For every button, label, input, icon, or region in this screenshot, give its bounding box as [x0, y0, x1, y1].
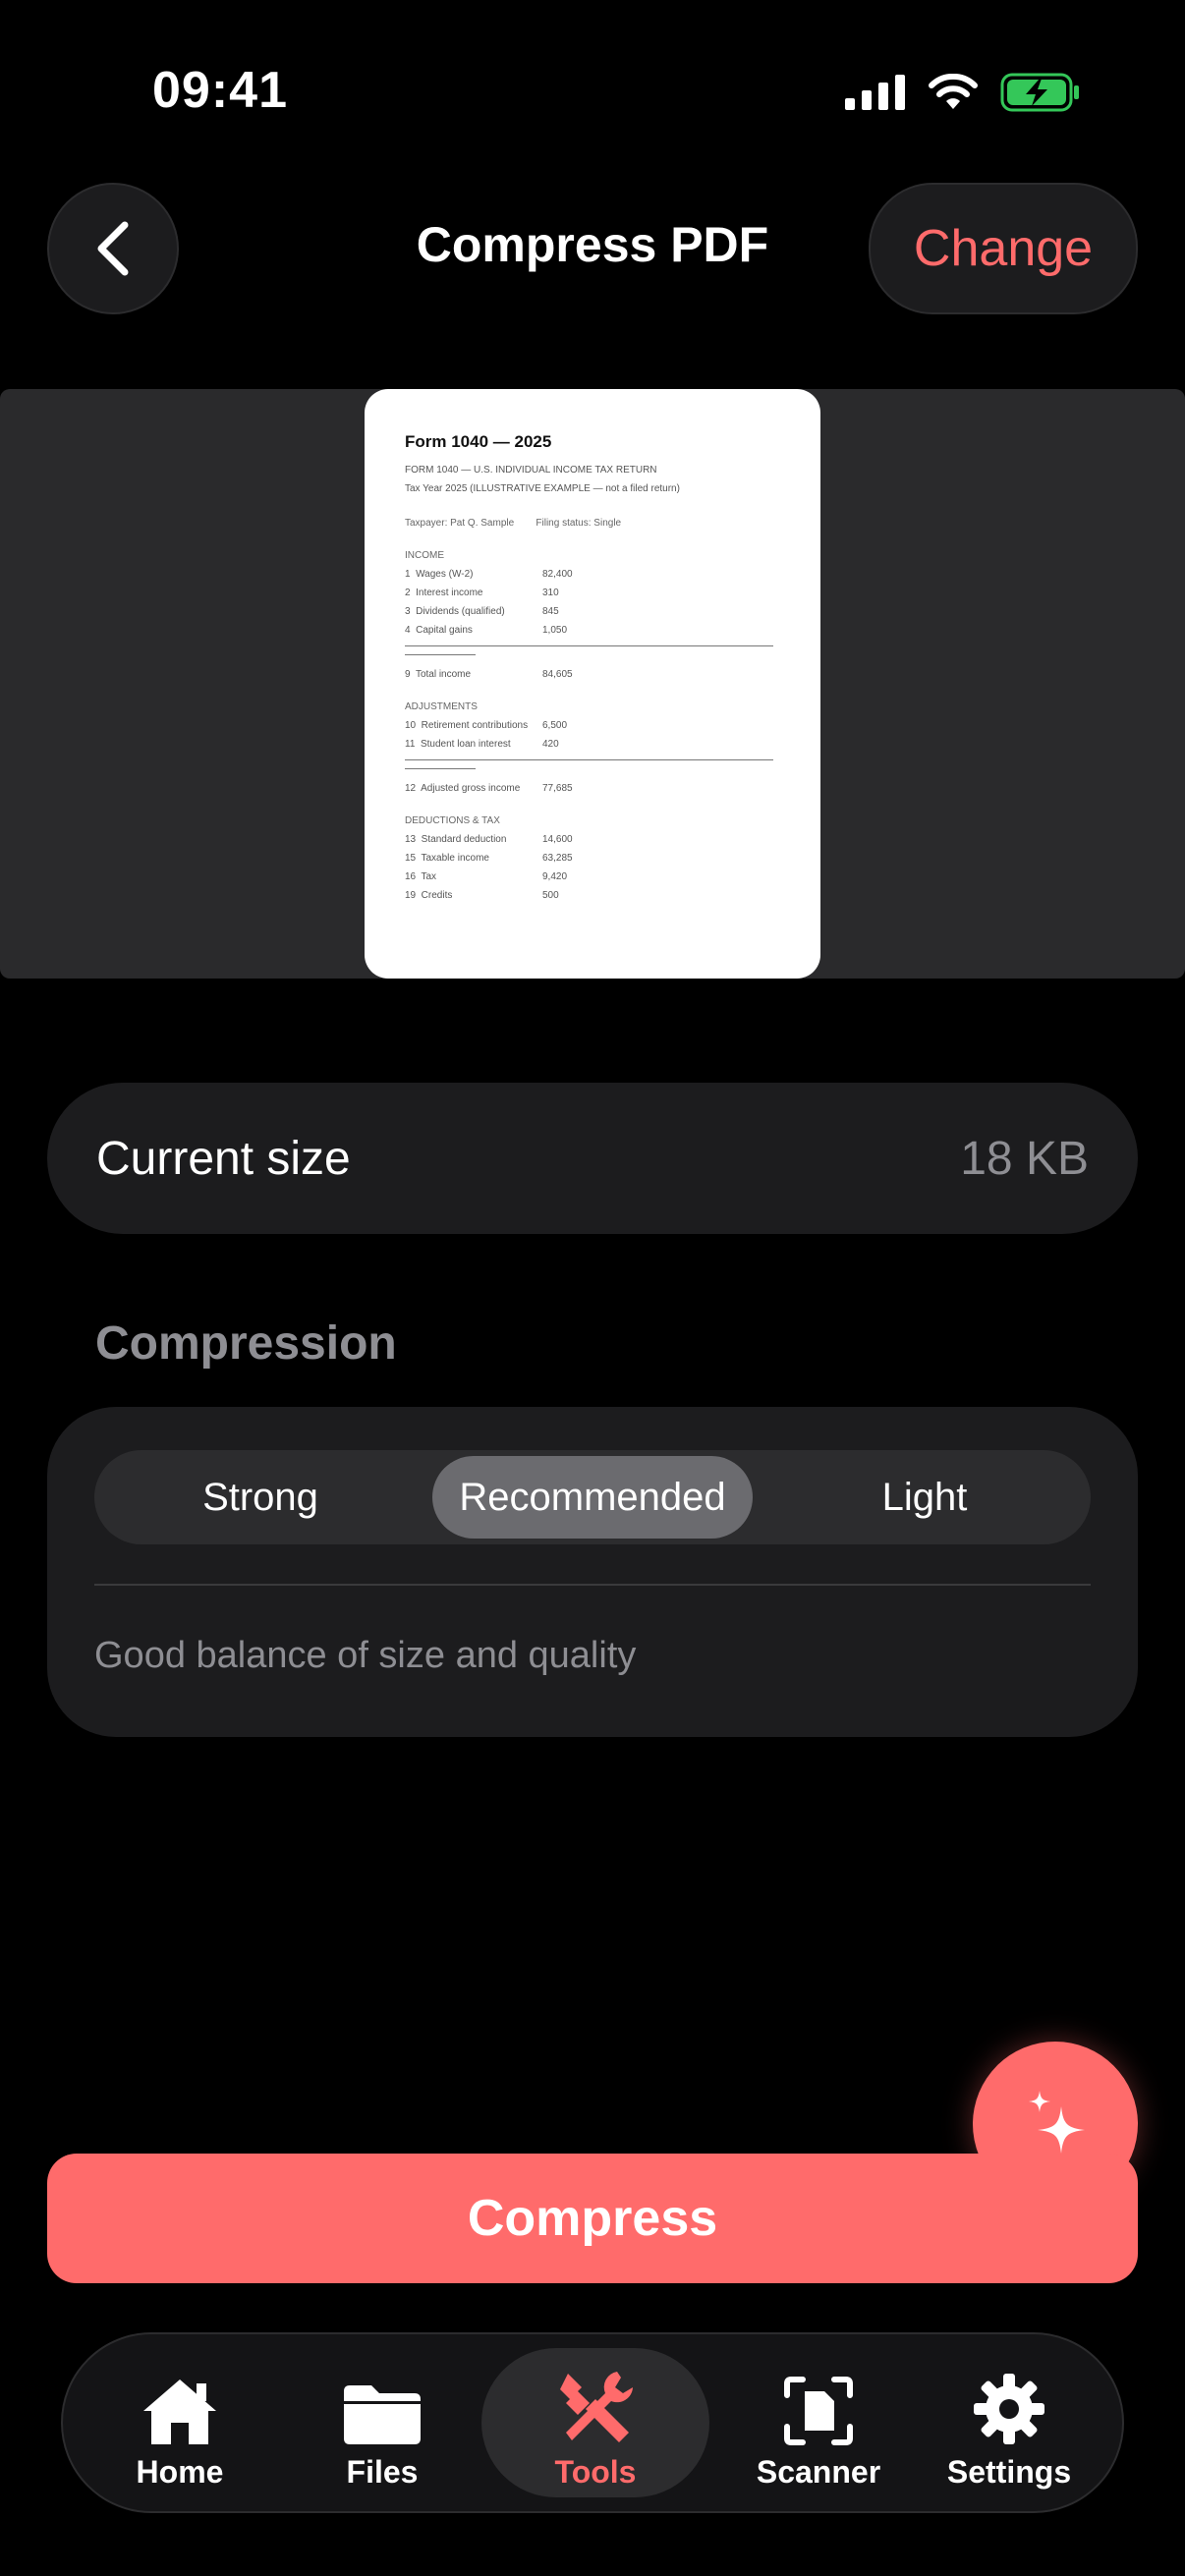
doc-rule: [405, 768, 476, 769]
doc-row: 11 Student loan interest 420: [405, 739, 559, 750]
doc-row: 12 Adjusted gross income 77,685: [405, 783, 573, 794]
house-icon: [143, 2380, 216, 2444]
tab-tools[interactable]: Tools: [481, 2348, 709, 2497]
doc-line: FORM 1040 — U.S. INDIVIDUAL INCOME TAX R…: [405, 465, 657, 476]
compression-section-label: Compression: [95, 1317, 397, 1370]
doc-section-heading: DEDUCTIONS & TAX: [405, 815, 500, 826]
tab-bar: Home Files Tools Scanner Settings: [61, 2332, 1124, 2513]
doc-rule: [405, 759, 773, 760]
doc-row: 1 Wages (W-2) 82,400: [405, 569, 573, 580]
tab-label: Scanner: [756, 2454, 881, 2490]
doc-section-heading: ADJUSTMENTS: [405, 701, 478, 712]
tab-home[interactable]: Home: [79, 2348, 281, 2497]
tab-label: Home: [136, 2454, 224, 2490]
tab-label: Files: [346, 2454, 419, 2490]
doc-row: 3 Dividends (qualified) 845: [405, 606, 559, 617]
status-time: 09:41: [152, 62, 288, 119]
battery-charging-icon: [1000, 73, 1079, 112]
current-size-label: Current size: [96, 1132, 351, 1185]
compression-card: Strong Recommended Light Good balance of…: [47, 1407, 1138, 1737]
doc-row: 15 Taxable income 63,285: [405, 853, 573, 864]
cellular-signal-icon: [845, 75, 905, 110]
doc-section-heading: INCOME: [405, 550, 444, 561]
compression-description: Good balance of size and quality: [94, 1635, 637, 1676]
doc-taxpayer: Taxpayer: Pat Q. Sample Filing status: S…: [405, 518, 622, 529]
segment-strong[interactable]: Strong: [100, 1456, 421, 1539]
segment-recommended[interactable]: Recommended: [432, 1456, 753, 1539]
doc-row: 16 Tax 9,420: [405, 871, 568, 882]
scanner-icon: [784, 2377, 853, 2445]
doc-line: Tax Year 2025 (ILLUSTRATIVE EXAMPLE — no…: [405, 483, 680, 494]
doc-row: 2 Interest income 310: [405, 588, 559, 598]
tab-scanner[interactable]: Scanner: [717, 2348, 920, 2497]
doc-row: 13 Standard deduction 14,600: [405, 834, 573, 845]
status-icons: [845, 73, 1081, 112]
doc-row: 4 Capital gains 1,050: [405, 625, 568, 636]
divider: [94, 1584, 1091, 1586]
compress-button[interactable]: Compress: [47, 2154, 1138, 2283]
current-size-value: 18 KB: [960, 1132, 1089, 1185]
gear-icon: [974, 2374, 1044, 2444]
doc-row: 19 Credits 500: [405, 890, 559, 901]
doc-title: Form 1040 — 2025: [405, 432, 552, 451]
doc-row: 10 Retirement contributions 6,500: [405, 720, 568, 731]
compression-segmented-control: Strong Recommended Light: [94, 1450, 1091, 1544]
tab-label: Settings: [946, 2454, 1072, 2490]
tab-files[interactable]: Files: [281, 2348, 483, 2497]
doc-rule: [405, 654, 476, 655]
tab-label: Tools: [554, 2454, 637, 2490]
wifi-icon: [929, 74, 978, 109]
folder-icon: [344, 2385, 421, 2444]
change-button[interactable]: Change: [869, 183, 1138, 314]
tools-icon: [560, 2372, 633, 2442]
doc-rule: [405, 645, 773, 646]
sparkles-icon: [1029, 2091, 1085, 2154]
segment-light[interactable]: Light: [764, 1456, 1085, 1539]
doc-row: 9 Total income 84,605: [405, 669, 573, 680]
document-preview[interactable]: Form 1040 — 2025 FORM 1040 — U.S. INDIVI…: [365, 389, 820, 979]
current-size-card: Current size 18 KB: [47, 1083, 1138, 1234]
tab-settings[interactable]: Settings: [908, 2348, 1110, 2497]
